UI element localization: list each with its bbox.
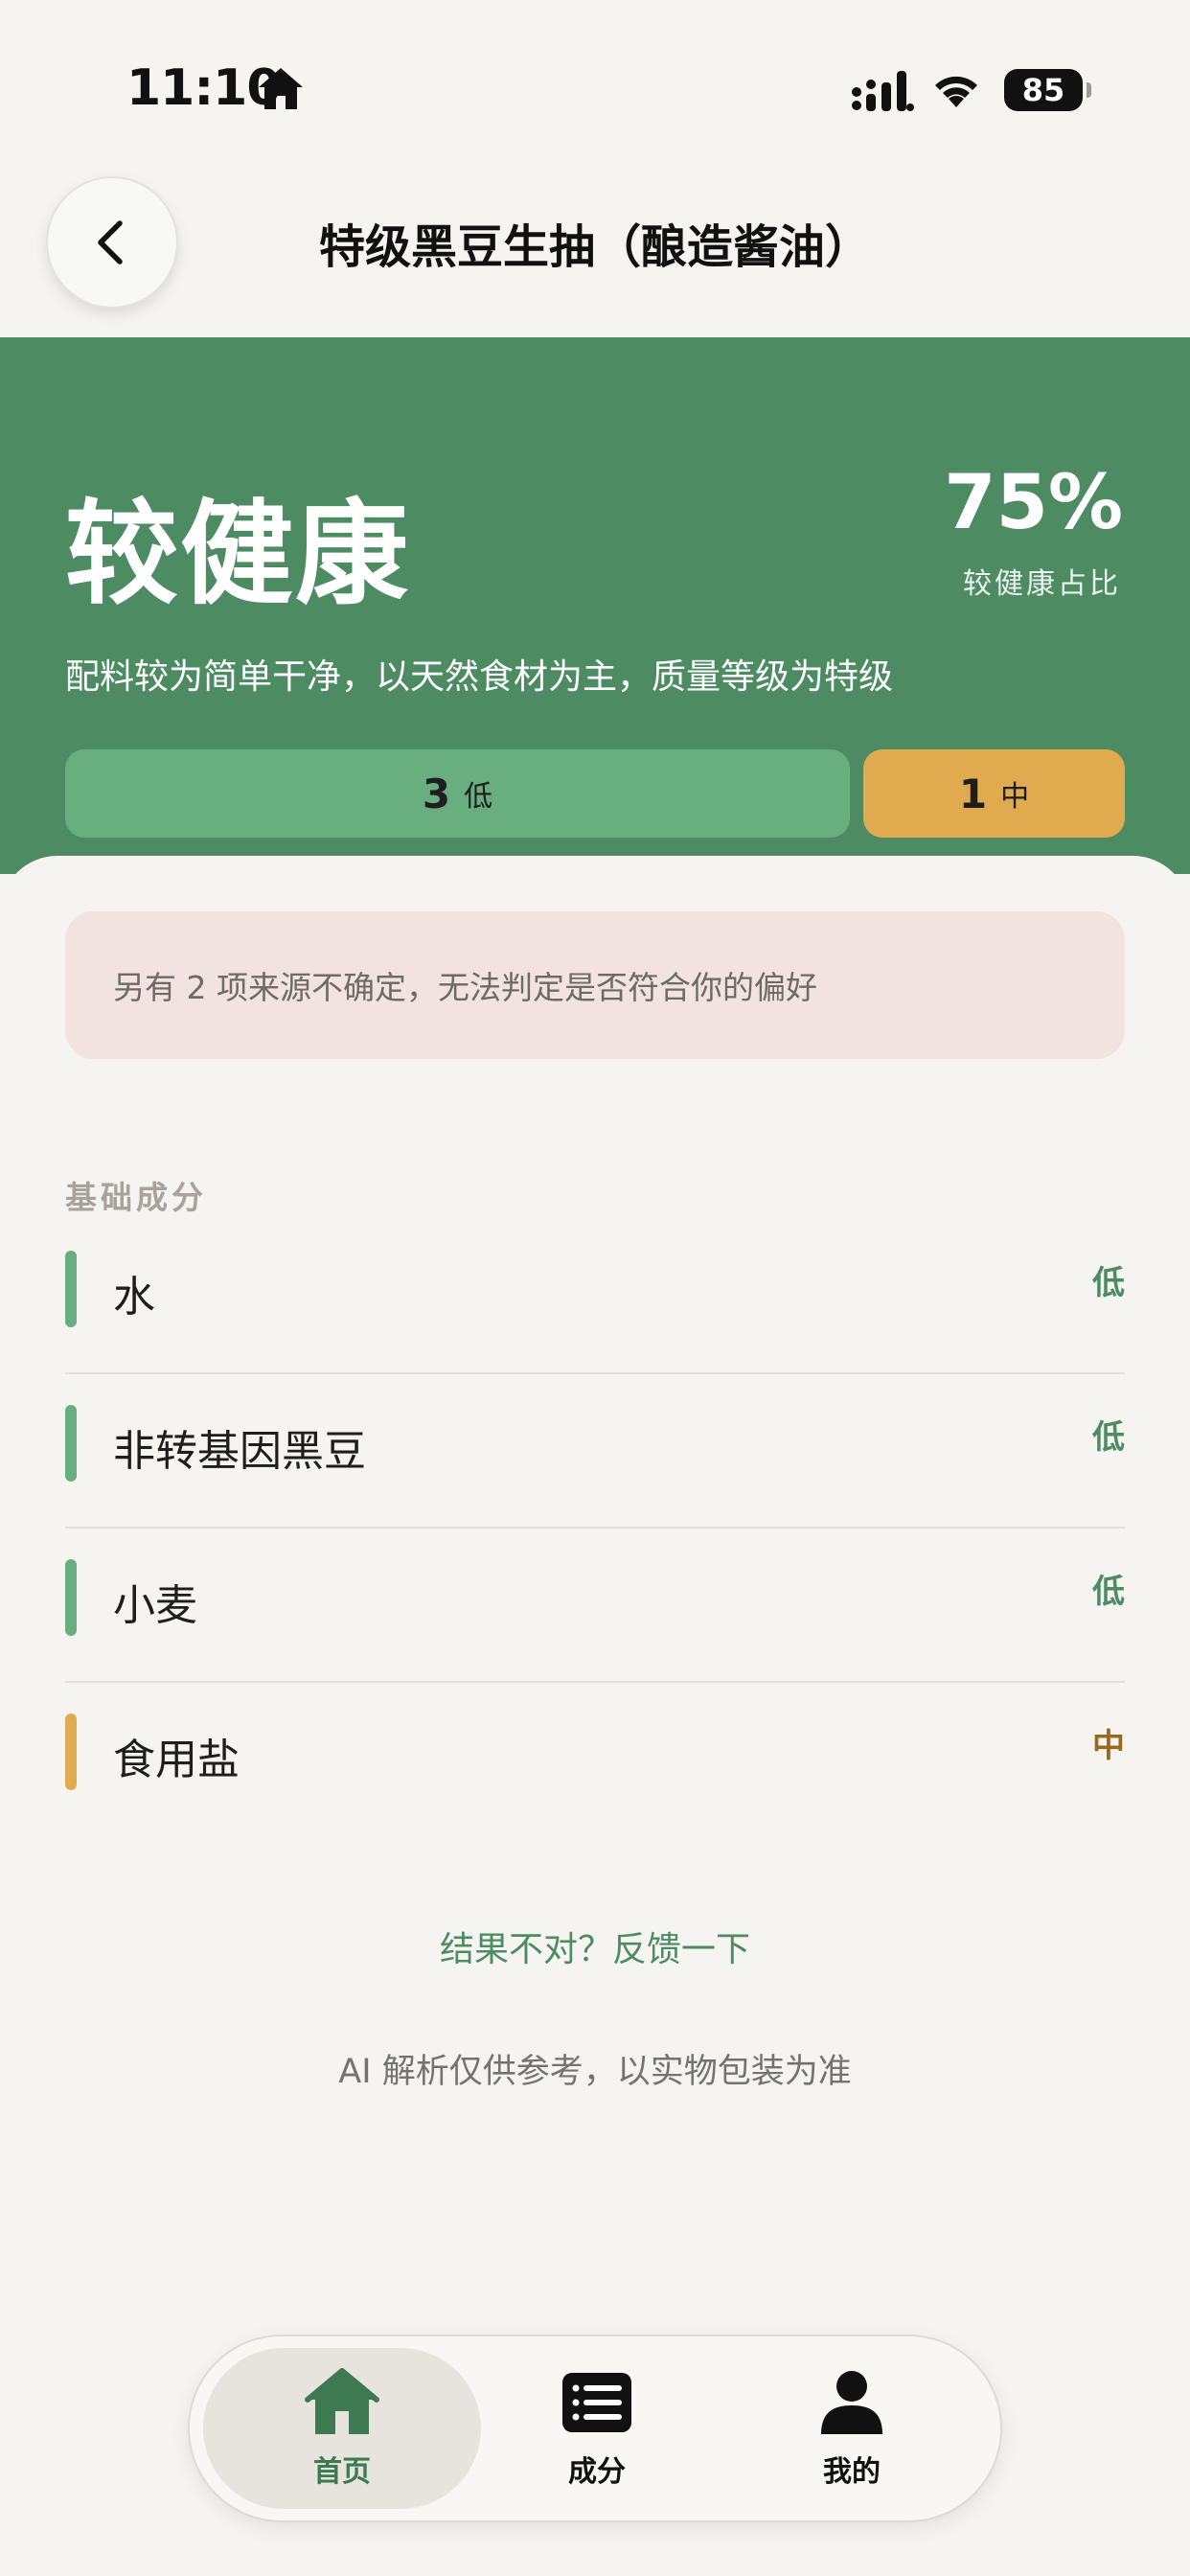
tab-ingredients[interactable]: 成分 xyxy=(458,2348,736,2509)
level-stripe xyxy=(65,1251,77,1327)
level-segment-low[interactable]: 3 低 xyxy=(65,749,850,838)
level-count: 1 xyxy=(958,770,988,817)
ingredient-name: 食用盐 xyxy=(113,1736,240,1784)
ingredient-name: 小麦 xyxy=(113,1581,197,1630)
level-stripe xyxy=(65,1559,77,1636)
home-icon xyxy=(305,2368,379,2434)
list-item[interactable]: 水 低 xyxy=(65,1220,1125,1374)
tab-label: 我的 xyxy=(823,2455,881,2489)
person-icon xyxy=(821,2371,882,2434)
level-label: 低 xyxy=(464,780,493,814)
health-summary-panel: 较健康 75% 较健康占比 配料较为简单干净，以天然食材为主，质量等级为特级 3… xyxy=(0,337,1190,874)
wifi-icon xyxy=(935,76,977,107)
content-card: 另有 2 项来源不确定，无法判定是否符合你的偏好 基础成分 水 低 非转基因黑豆… xyxy=(0,856,1190,2576)
list-icon xyxy=(562,2373,631,2432)
level-distribution-bar: 3 低 1 中 xyxy=(65,749,1125,838)
status-bar: 11:10 85 xyxy=(0,0,1190,172)
ingredient-level: 低 xyxy=(1092,1418,1125,1457)
feedback-link[interactable]: 结果不对？反馈一下 xyxy=(0,1921,1190,1971)
uncertain-notice: 另有 2 项来源不确定，无法判定是否符合你的偏好 xyxy=(65,911,1125,1059)
disclaimer-text: AI 解析仅供参考，以实物包装为准 xyxy=(338,2053,852,2091)
level-segment-mid[interactable]: 1 中 xyxy=(863,749,1125,838)
home-status-icon xyxy=(259,68,303,109)
level-stripe xyxy=(65,1405,77,1482)
tab-home[interactable]: 首页 xyxy=(203,2348,481,2509)
health-percent: 75% xyxy=(944,460,1123,546)
bottom-tab-bar: 首页 成分 我的 xyxy=(188,2334,1002,2522)
list-item[interactable]: 非转基因黑豆 低 xyxy=(65,1374,1125,1529)
ingredient-list: 水 低 非转基因黑豆 低 小麦 低 食用盐 中 xyxy=(65,1220,1125,1837)
level-label: 中 xyxy=(1000,780,1030,814)
health-verdict: 较健康 xyxy=(65,488,411,620)
signal-icon xyxy=(852,71,914,111)
tab-mine[interactable]: 我的 xyxy=(713,2348,991,2509)
ingredient-level: 中 xyxy=(1092,1727,1125,1765)
tab-label: 成分 xyxy=(568,2455,626,2489)
section-title: 基础成分 xyxy=(65,1179,207,1216)
level-stripe xyxy=(65,1714,77,1790)
health-description: 配料较为简单干净，以天然食材为主，质量等级为特级 xyxy=(65,657,894,697)
ingredient-name: 水 xyxy=(113,1273,155,1322)
battery-indicator: 85 xyxy=(1004,69,1091,111)
health-percent-label: 较健康占比 xyxy=(963,567,1121,601)
ingredient-name: 非转基因黑豆 xyxy=(113,1427,366,1476)
ingredient-level: 低 xyxy=(1092,1573,1125,1611)
list-item[interactable]: 小麦 低 xyxy=(65,1529,1125,1683)
ingredient-level: 低 xyxy=(1092,1264,1125,1302)
list-item[interactable]: 食用盐 中 xyxy=(65,1683,1125,1837)
page-title: 特级黑豆生抽（酿造酱油） xyxy=(318,220,871,274)
level-count: 3 xyxy=(422,770,451,817)
tab-label: 首页 xyxy=(313,2455,371,2489)
